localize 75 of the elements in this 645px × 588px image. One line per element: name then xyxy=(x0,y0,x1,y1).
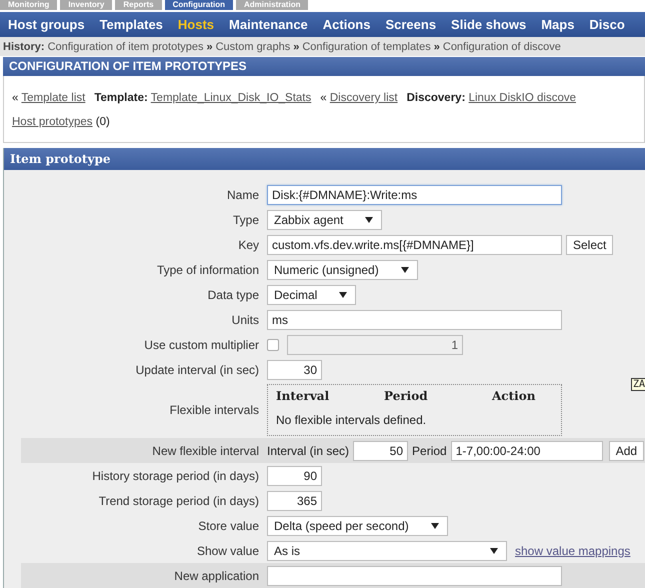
menu-tab[interactable]: Configuration xyxy=(164,0,234,10)
column-header: Interval xyxy=(276,389,330,403)
back-mark: « xyxy=(12,92,18,104)
nav-item[interactable]: Maintenance xyxy=(229,17,308,32)
template-label: Template: xyxy=(94,92,148,104)
add-button[interactable]: Add xyxy=(608,440,644,460)
nav-item[interactable]: Maps xyxy=(541,17,574,32)
nav-item[interactable]: Actions xyxy=(322,17,370,32)
field-label: History storage period (in days) xyxy=(91,468,259,482)
column-header: Period xyxy=(384,389,429,403)
history-link[interactable]: Configuration of discove xyxy=(442,40,561,52)
separator: » xyxy=(206,40,213,52)
field-label: Flexible intervals xyxy=(168,403,259,417)
template-link[interactable]: Template_Linux_Disk_IO_Stats xyxy=(150,92,312,104)
period-field[interactable]: 1-7,00:00-24:00 xyxy=(450,440,603,460)
dropdown-caret-icon xyxy=(365,216,374,222)
value-mappings-link[interactable]: show value mappings xyxy=(515,544,630,558)
dropdown[interactable]: Zabbix agent xyxy=(267,210,382,230)
dropdown-caret-icon xyxy=(490,548,498,554)
empty-message: No flexible intervals defined. xyxy=(276,413,426,427)
field-label: Units xyxy=(230,312,259,326)
dropdown[interactable]: As is xyxy=(267,540,507,560)
number-field[interactable]: 365 xyxy=(267,490,322,510)
dropdown-caret-icon xyxy=(400,266,409,272)
field-label: Type xyxy=(232,212,259,226)
discovery-link[interactable]: Linux DiskIO discove xyxy=(468,92,576,104)
field-label: Data type xyxy=(206,288,259,302)
checkbox[interactable] xyxy=(267,338,279,350)
number-field[interactable]: 50 xyxy=(353,440,408,460)
separator: » xyxy=(434,40,440,52)
count: (0) xyxy=(96,116,110,128)
text-field[interactable]: ms xyxy=(267,310,562,330)
template-list-link[interactable]: Template list xyxy=(21,92,86,104)
number-field[interactable]: 30 xyxy=(267,360,322,380)
discovery-label: Discovery: xyxy=(406,92,466,104)
select-button[interactable]: Select xyxy=(566,234,614,254)
nav-item[interactable]: Templates xyxy=(100,17,163,32)
nav-item[interactable]: Hosts xyxy=(178,17,214,32)
field-label: New flexible interval xyxy=(151,444,259,458)
dropdown-caret-icon xyxy=(339,292,348,298)
field-label: Update interval (in sec) xyxy=(134,362,259,376)
field-label: Interval (in sec) xyxy=(267,444,350,458)
history-link[interactable]: Configuration of item prototypes xyxy=(48,40,204,52)
dropdown[interactable]: Delta (speed per second) xyxy=(267,516,448,536)
nav-item[interactable]: Disco xyxy=(589,17,625,32)
field-label: Key xyxy=(237,238,259,252)
page-title: CONFIGURATION OF ITEM PROTOTYPES xyxy=(3,57,645,76)
field-label: Trend storage period (in days) xyxy=(98,494,259,508)
section-header: Item prototype xyxy=(4,148,645,170)
number-field[interactable]: 90 xyxy=(267,466,322,486)
field-label: New application xyxy=(173,568,259,582)
dropdown[interactable]: Decimal xyxy=(267,284,356,304)
discovery-list-link[interactable]: Discovery list xyxy=(330,92,398,104)
nav-item[interactable]: Slide shows xyxy=(451,17,526,32)
dropdown[interactable]: Numeric (unsigned) xyxy=(267,260,418,280)
field-label: Period xyxy=(412,444,447,458)
history-link[interactable]: Custom graphs xyxy=(216,40,290,52)
text-field[interactable]: custom.vfs.dev.write.ms[{#DMNAME}] xyxy=(267,234,562,254)
text-field[interactable]: Disk:{#DMNAME}:Write:ms xyxy=(267,184,562,204)
back-mark: « xyxy=(320,92,327,104)
field-label: Name xyxy=(226,188,259,202)
history-label: History: xyxy=(3,40,45,52)
field-label: Store value xyxy=(197,518,259,532)
nav-item[interactable]: Screens xyxy=(385,17,436,32)
text-field[interactable] xyxy=(267,566,562,586)
separator: » xyxy=(293,40,300,52)
field-label: Use custom multiplier xyxy=(143,338,259,352)
dropdown-caret-icon xyxy=(430,522,439,528)
history-link[interactable]: Configuration of templates xyxy=(302,40,431,52)
field-label: Show value xyxy=(196,544,259,558)
host-prototypes-link[interactable]: Host prototypes xyxy=(12,116,93,128)
field-label: Type of information xyxy=(156,262,259,276)
column-header: Action xyxy=(492,389,536,403)
nav-item[interactable]: Host groups xyxy=(8,17,85,32)
tooltip: ZA xyxy=(631,378,645,391)
